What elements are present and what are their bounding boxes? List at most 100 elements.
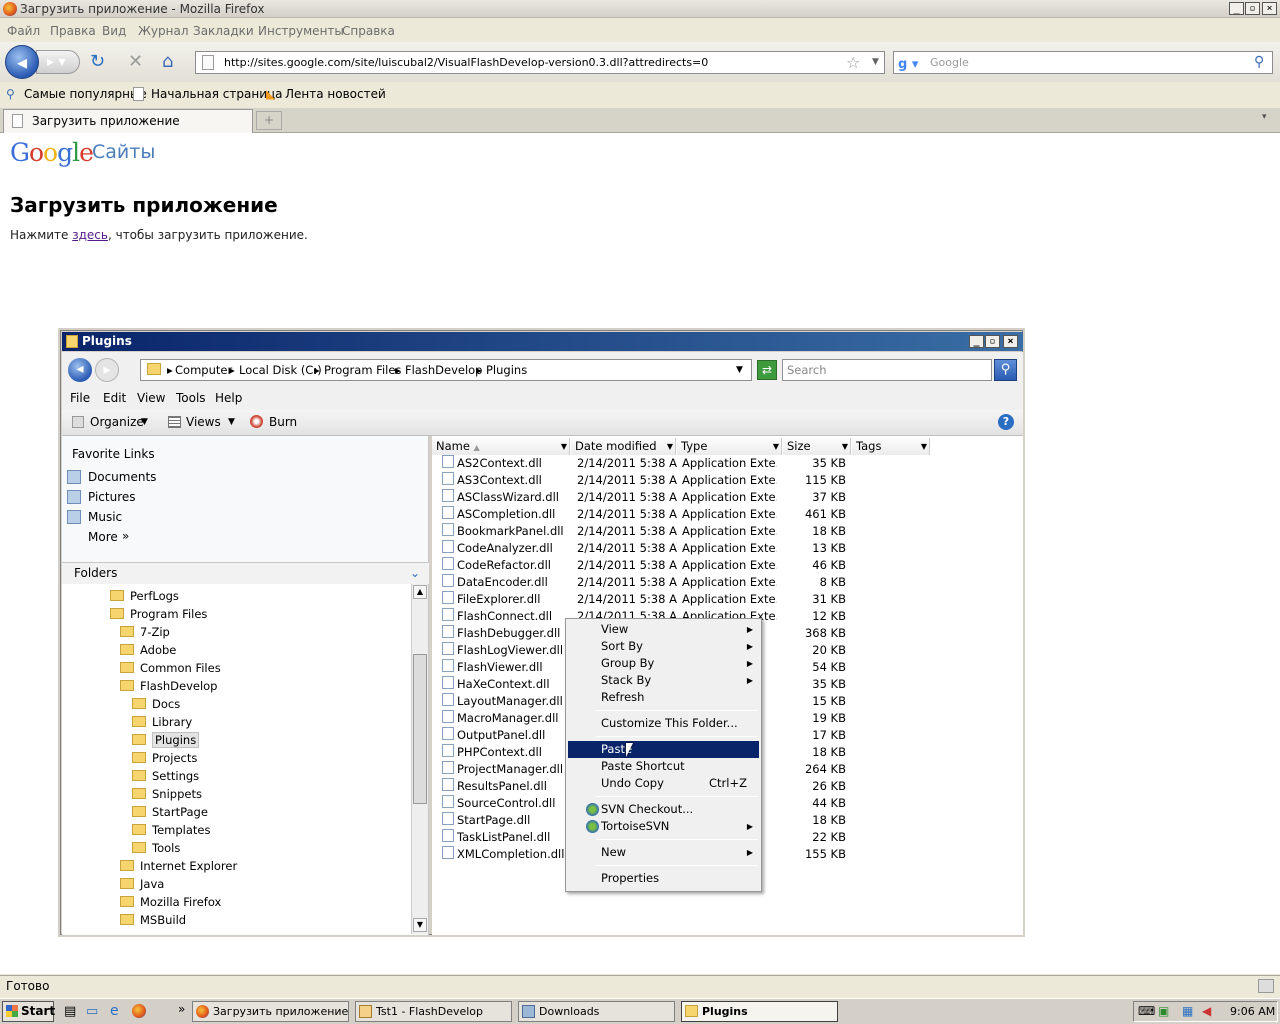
file-row[interactable]: AS2Context.dll 2/14/2011 5:38 AM Applicati… [432,455,1023,472]
context-menu-item[interactable]: Customize This Folder... [568,715,759,732]
tab-active[interactable]: Загрузить приложение [3,109,253,133]
breadcrumb-computer[interactable]: Computer [175,360,232,380]
file-row[interactable]: ASCompletion.dll 2/14/2011 5:38 AM Applica… [432,506,1023,523]
col-name[interactable]: Name ▲ ▼ [432,438,570,455]
taskbar-firefox[interactable]: Загрузить приложение ... [192,1001,349,1022]
tree-item[interactable]: Library [132,715,192,729]
context-menu-item[interactable]: Paste Shortcut [568,758,759,775]
fav-documents[interactable]: Documents [88,470,156,484]
forward-button[interactable]: ▸ ▾ [36,50,80,74]
tree-item[interactable]: Mozilla Firefox [120,895,221,909]
search-icon[interactable]: ⚲ [1254,52,1264,73]
taskbar-flashdevelop[interactable]: Tst1 - FlashDevelop [355,1001,512,1022]
bookmark-news[interactable]: Лента новостей [285,87,386,101]
bookmark-most-visited[interactable]: Самые популярные [24,87,147,101]
menu-file[interactable]: File [70,391,90,405]
menu-tools[interactable]: Tools [176,391,206,405]
tree-item[interactable]: Adobe [120,643,176,657]
menu-history[interactable]: Журнал [138,24,189,38]
file-row[interactable]: FileExplorer.dll 2/14/2011 5:38 AM Applica… [432,591,1023,608]
explorer-minimize-button[interactable]: _ [969,335,984,348]
star-icon[interactable]: ☆ [846,52,860,73]
clock[interactable]: 9:06 AM [1230,1002,1275,1021]
help-icon[interactable]: ? [998,414,1014,430]
search-bar[interactable]: g ▾ Google ⚲ [893,51,1273,74]
show-desktop-icon[interactable]: ▤ [64,1004,76,1019]
col-dropdown-icon[interactable]: ▼ [842,438,848,455]
menu-edit[interactable]: Edit [103,391,126,405]
context-menu-item[interactable]: New ▶ [568,844,759,861]
context-menu-item[interactable]: Paste [568,741,759,758]
dropdown-icon[interactable]: ▼ [872,52,879,73]
breadcrumb-plugins[interactable]: Plugins [486,360,527,380]
context-menu-item[interactable]: TortoiseSVN ▶ [568,818,759,835]
folders-header[interactable]: Folders ⌄ [62,562,429,584]
more-icon[interactable]: » [178,1002,185,1016]
breadcrumb-local-disk[interactable]: Local Disk (C:) [239,360,322,380]
breadcrumb[interactable]: ▸ Computer ▸ Local Disk (C:) ▸ Program F… [140,359,752,381]
tree-item[interactable]: StartPage [132,805,208,819]
download-link[interactable]: здесь [72,228,108,242]
col-dropdown-icon[interactable]: ▼ [773,438,779,455]
scroll-down-button[interactable]: ▼ [413,918,427,932]
file-row[interactable]: AS3Context.dll 2/14/2011 5:38 AM Applicati… [432,472,1023,489]
file-row[interactable]: ASClassWizard.dll 2/14/2011 5:38 AM Applic… [432,489,1023,506]
ie-icon[interactable]: e [110,1003,119,1019]
explorer-back-button[interactable]: ◂ [68,358,92,382]
organize-dropdown-icon[interactable]: ▼ [141,417,148,427]
back-button[interactable]: ◂ [5,45,39,79]
menu-view[interactable]: Вид [102,24,126,38]
menu-help[interactable]: Help [215,391,242,405]
menu-help[interactable]: Справка [342,24,395,38]
breadcrumb-flashdevelop[interactable]: FlashDevelop [405,360,482,380]
scroll-thumb[interactable] [413,654,427,804]
firefox-quicklaunch-icon[interactable] [132,1004,146,1018]
file-row[interactable]: CodeRefactor.dll 2/14/2011 5:38 AM Applica… [432,557,1023,574]
chevron-right-icon[interactable]: » [122,529,129,543]
tree-item[interactable]: Templates [132,823,210,837]
url-bar[interactable]: http://sites.google.com/site/luiscubal2/… [195,51,885,74]
minimize-button[interactable]: _ [1229,2,1244,15]
tree-item[interactable]: PerfLogs [110,589,179,603]
context-menu-item[interactable]: View ▶ [568,621,759,638]
context-menu-item[interactable]: Refresh [568,689,759,706]
menu-edit[interactable]: Правка [50,24,96,38]
update-icon[interactable]: ▣ [1158,1002,1169,1021]
taskbar-downloads[interactable]: Downloads [518,1001,675,1022]
chevron-down-icon[interactable]: ⌄ [410,563,420,583]
tree-item[interactable]: MSBuild [120,913,186,927]
organize-button[interactable]: Organize [90,415,144,429]
tree-item[interactable]: Docs [132,697,180,711]
close-button[interactable]: × [1262,2,1277,15]
tree-item[interactable]: Tools [132,841,180,855]
file-row[interactable]: DataEncoder.dll 2/14/2011 5:38 AM Applicat… [432,574,1023,591]
context-menu-item[interactable]: Sort By ▶ [568,638,759,655]
col-date[interactable]: Date modified ▼ [571,438,676,455]
burn-button[interactable]: Burn [269,415,297,429]
tree-item[interactable]: Internet Explorer [120,859,237,873]
start-button[interactable]: Start [2,1001,55,1022]
explorer-maximize-button[interactable]: ▫ [985,335,1000,348]
taskbar-plugins[interactable]: Plugins [681,1001,838,1022]
col-dropdown-icon[interactable]: ▼ [667,438,673,455]
col-tags[interactable]: Tags ▼ [852,438,930,455]
col-size[interactable]: Size ▼ [783,438,851,455]
context-menu-item[interactable]: Undo Copy Ctrl+Z [568,775,759,792]
col-type[interactable]: Type ▼ [677,438,782,455]
tree-item[interactable]: Plugins [132,732,200,748]
scroll-up-button[interactable]: ▲ [413,585,427,599]
explorer-forward-button[interactable]: ▸ [95,358,119,382]
views-button[interactable]: Views [186,415,221,429]
context-menu-item[interactable]: Group By ▶ [568,655,759,672]
tree-item[interactable]: FlashDevelop [120,679,217,693]
tab-list-icon[interactable]: ▾ [1262,112,1267,122]
folder-tree-scrollbar[interactable]: ▲ ▼ [411,584,428,934]
tree-item[interactable]: 7-Zip [120,625,170,639]
menu-bookmarks[interactable]: Закладки [193,24,254,38]
explorer-close-button[interactable]: × [1003,335,1018,348]
fav-pictures[interactable]: Pictures [88,490,136,504]
menu-file[interactable]: Файл [7,24,40,38]
new-tab-button[interactable]: + [256,111,282,130]
google-engine-icon[interactable]: g ▾ [898,54,918,75]
stop-icon[interactable]: ✕ [128,52,143,72]
